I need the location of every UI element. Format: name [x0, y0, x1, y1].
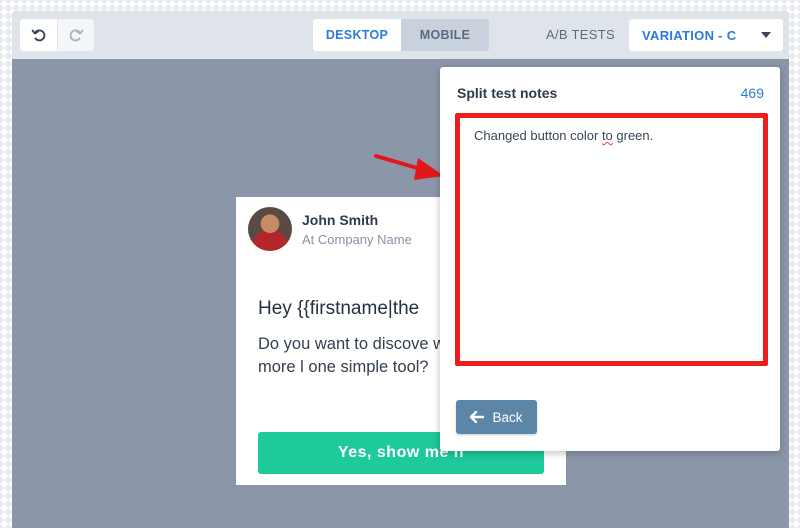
sender-company: At Company Name: [302, 232, 412, 247]
note-text-part-end: green.: [612, 128, 654, 143]
split-test-notes-panel: Split test notes 469 Changed button colo…: [440, 67, 780, 451]
notes-title: Split test notes: [457, 85, 558, 101]
redo-icon: [69, 29, 84, 42]
note-text-misspelled: to: [601, 128, 613, 143]
back-button[interactable]: Back: [456, 400, 537, 434]
notes-char-count: 469: [740, 85, 764, 101]
undo-button[interactable]: [20, 19, 57, 51]
variation-dropdown[interactable]: VARIATION - C: [629, 19, 783, 51]
tab-mobile[interactable]: MOBILE: [401, 19, 489, 51]
annotation-arrow-icon: [374, 154, 444, 180]
editor-frame: DESKTOP MOBILE A/B TESTS VARIATION - C J…: [12, 11, 789, 528]
undo-icon: [31, 29, 45, 42]
sender-name: John Smith: [302, 212, 379, 228]
history-controls: [20, 19, 94, 51]
avatar: [248, 207, 292, 251]
variation-selected-value: VARIATION - C: [642, 27, 737, 43]
notes-textarea[interactable]: Changed button color to green.: [455, 113, 768, 366]
ab-tests-label: A/B TESTS: [546, 27, 615, 42]
toolbar: DESKTOP MOBILE A/B TESTS VARIATION - C: [12, 11, 789, 59]
note-text-part: Changed button color: [474, 128, 602, 143]
redo-button[interactable]: [57, 19, 94, 51]
caret-down-icon: [761, 32, 771, 38]
tab-desktop[interactable]: DESKTOP: [313, 19, 401, 51]
arrow-left-icon: [470, 411, 485, 423]
email-greeting: Hey {{firstname|the: [258, 298, 420, 319]
back-button-label: Back: [492, 409, 523, 425]
view-toggle: DESKTOP MOBILE: [313, 19, 489, 51]
